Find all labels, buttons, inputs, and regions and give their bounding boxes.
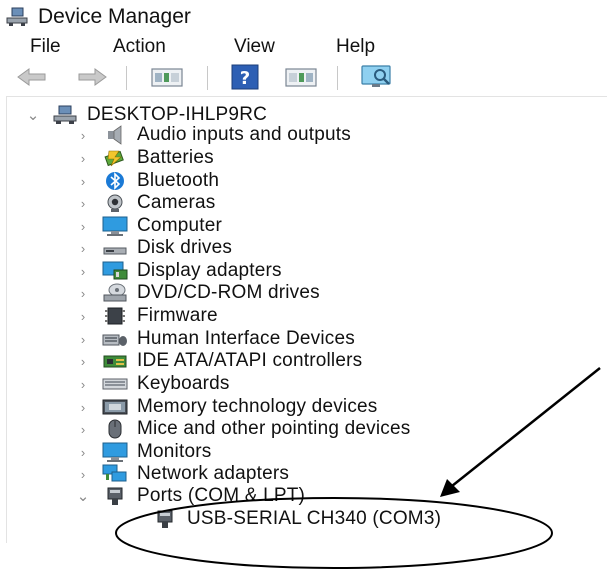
monitor-icon xyxy=(102,442,128,462)
tree-item-ide[interactable]: › IDE ATA/ATAPI controllers xyxy=(76,350,362,372)
tree-item-memory[interactable]: › Memory technology devices xyxy=(76,396,378,418)
tree-item-firmware[interactable]: › Firmware xyxy=(76,305,218,327)
battery-icon xyxy=(102,148,128,168)
tree-item-label: Cameras xyxy=(137,192,216,213)
mouse-icon xyxy=(102,419,128,439)
chevron-right-icon[interactable]: › xyxy=(76,241,90,256)
chevron-right-icon[interactable]: › xyxy=(76,467,90,482)
chevron-down-icon[interactable]: ⌄ xyxy=(26,106,40,124)
chevron-right-icon[interactable]: › xyxy=(76,400,90,415)
chevron-right-icon[interactable]: › xyxy=(76,174,90,189)
computer-icon xyxy=(6,7,28,26)
network-adapter-icon xyxy=(102,464,128,484)
tree-item-label: DVD/CD-ROM drives xyxy=(137,282,320,303)
chevron-right-icon[interactable]: › xyxy=(76,445,90,460)
toolbar-separator xyxy=(207,66,208,90)
tree-item-mice[interactable]: › Mice and other pointing devices xyxy=(76,418,410,440)
disk-drive-icon xyxy=(102,238,128,258)
chevron-right-icon[interactable]: › xyxy=(76,422,90,437)
tree-item-label: Monitors xyxy=(137,441,212,462)
toolbar: ? xyxy=(0,62,611,94)
chevron-right-icon[interactable]: › xyxy=(76,219,90,234)
port-icon xyxy=(152,509,178,529)
svg-text:?: ? xyxy=(240,68,250,89)
tree-item-label: Bluetooth xyxy=(137,170,220,191)
toolbar-separator xyxy=(337,66,338,90)
tree-root-label: DESKTOP-IHLP9RC xyxy=(87,104,268,125)
toolbar-separator xyxy=(126,66,127,90)
chevron-right-icon[interactable]: › xyxy=(76,264,90,279)
scan-hardware-icon[interactable] xyxy=(358,64,396,90)
tree-item-usb-serial[interactable]: USB-SERIAL CH340 (COM3) xyxy=(138,508,441,530)
tree-item-label: IDE ATA/ATAPI controllers xyxy=(137,350,363,371)
window-title: Device Manager xyxy=(38,5,191,28)
chevron-right-icon[interactable]: › xyxy=(76,151,90,166)
tree-item-label: Display adapters xyxy=(137,260,282,281)
dvd-drive-icon xyxy=(102,283,128,303)
menu-file[interactable]: File xyxy=(30,36,61,58)
tree-item-audio[interactable]: › Audio inputs and outputs xyxy=(76,124,351,146)
tree-item-monitors[interactable]: › Monitors xyxy=(76,441,211,463)
menu-view[interactable]: View xyxy=(234,36,275,58)
tree-item-disk-drives[interactable]: › Disk drives xyxy=(76,237,232,259)
keyboard-icon xyxy=(102,374,128,394)
memory-card-icon xyxy=(102,397,128,417)
chevron-right-icon[interactable]: › xyxy=(76,128,90,143)
computer-icon xyxy=(52,105,78,125)
help-icon[interactable]: ? xyxy=(230,64,260,90)
tree-item-label: Keyboards xyxy=(137,373,230,394)
menu-help[interactable]: Help xyxy=(336,36,375,58)
tree-item-label: Mice and other pointing devices xyxy=(137,418,411,439)
chevron-right-icon[interactable]: › xyxy=(76,196,90,211)
update-driver-icon[interactable] xyxy=(284,64,318,90)
menu-bar: File Action View Help xyxy=(0,34,611,60)
chevron-right-icon[interactable]: › xyxy=(76,377,90,392)
chevron-down-icon[interactable]: ⌄ xyxy=(76,487,90,505)
hid-icon xyxy=(102,329,128,349)
chevron-right-icon[interactable]: › xyxy=(76,309,90,324)
tree-item-cameras[interactable]: › Cameras xyxy=(76,192,215,214)
firmware-icon xyxy=(102,306,128,326)
tree-item-label: Memory technology devices xyxy=(137,396,378,417)
tree-item-keyboards[interactable]: › Keyboards xyxy=(76,373,230,395)
tree-item-ports[interactable]: ⌄ Ports (COM & LPT) xyxy=(76,485,305,507)
chevron-right-icon[interactable]: › xyxy=(76,332,90,347)
display-adapter-icon xyxy=(102,261,128,281)
speaker-icon xyxy=(102,125,128,145)
monitor-icon xyxy=(102,216,128,236)
bluetooth-icon xyxy=(102,171,128,191)
chevron-right-icon[interactable]: › xyxy=(76,354,90,369)
camera-icon xyxy=(102,193,128,213)
port-icon xyxy=(102,486,128,506)
tree-item-bluetooth[interactable]: › Bluetooth xyxy=(76,170,219,192)
tree-item-label: Network adapters xyxy=(137,463,290,484)
menu-action[interactable]: Action xyxy=(113,36,166,58)
chevron-right-icon[interactable]: › xyxy=(76,286,90,301)
properties-icon[interactable] xyxy=(150,64,184,90)
forward-arrow-icon[interactable] xyxy=(76,64,108,90)
tree-item-label: Disk drives xyxy=(137,237,233,258)
tree-item-dvd-drives[interactable]: › DVD/CD-ROM drives xyxy=(76,282,320,304)
back-arrow-icon[interactable] xyxy=(16,64,48,90)
tree-item-label: Firmware xyxy=(137,305,218,326)
tree-item-label: Audio inputs and outputs xyxy=(137,124,351,145)
ide-controller-icon xyxy=(102,351,128,371)
tree-item-computer[interactable]: › Computer xyxy=(76,215,222,237)
tree-item-label: USB-SERIAL CH340 (COM3) xyxy=(187,508,442,529)
title-bar: Device Manager xyxy=(0,0,611,34)
tree-item-label: Computer xyxy=(137,215,223,236)
tree-root-node[interactable]: ⌄ DESKTOP-IHLP9RC xyxy=(26,104,267,126)
tree-item-label: Human Interface Devices xyxy=(137,328,355,349)
tree-item-network[interactable]: › Network adapters xyxy=(76,463,289,485)
tree-item-label: Batteries xyxy=(137,147,214,168)
tree-item-hid[interactable]: › Human Interface Devices xyxy=(76,328,355,350)
tree-item-display-adapters[interactable]: › Display adapters xyxy=(76,260,282,282)
tree-item-batteries[interactable]: › Batteries xyxy=(76,147,214,169)
tree-item-label: Ports (COM & LPT) xyxy=(137,485,306,506)
